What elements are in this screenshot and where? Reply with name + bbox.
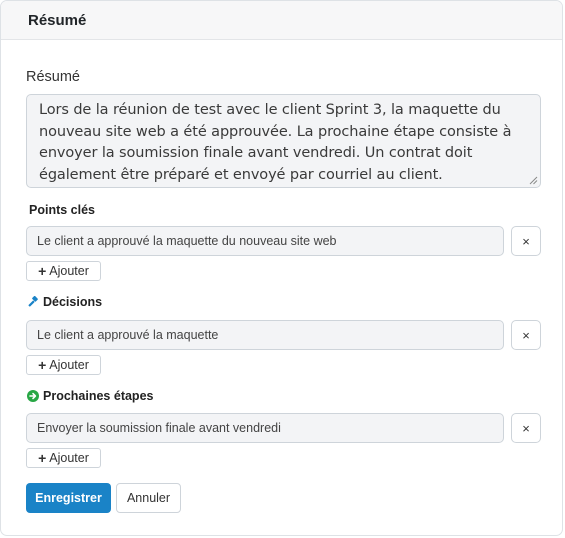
hammer-icon xyxy=(28,296,38,307)
key-points-label: Points clés xyxy=(29,203,95,217)
card-title: Résumé xyxy=(28,12,87,29)
plus-icon: + xyxy=(38,263,47,279)
card-header: Résumé xyxy=(1,1,562,40)
add-decision-button[interactable]: + Ajouter xyxy=(26,355,101,375)
key-point-value: Le client a approuvé la maquette du nouv… xyxy=(37,234,337,248)
next-step-input[interactable]: Envoyer la soumission finale avant vendr… xyxy=(26,413,504,443)
close-icon: × xyxy=(522,420,530,436)
resize-grip-icon[interactable] xyxy=(529,176,538,185)
next-steps-label-text: Prochaines étapes xyxy=(43,389,154,403)
decision-input[interactable]: Le client a approuvé la maquette xyxy=(26,320,504,350)
remove-key-point-button[interactable]: × xyxy=(511,226,541,256)
close-icon: × xyxy=(522,233,530,249)
key-point-input[interactable]: Le client a approuvé la maquette du nouv… xyxy=(26,226,504,256)
decisions-label-text: Décisions xyxy=(43,295,103,309)
key-points-label-text: Points clés xyxy=(29,203,95,217)
add-next-step-label: Ajouter xyxy=(49,451,89,465)
next-step-value: Envoyer la soumission finale avant vendr… xyxy=(37,421,281,435)
add-next-step-button[interactable]: + Ajouter xyxy=(26,448,101,468)
summary-textarea[interactable]: Lors de la réunion de test avec le clien… xyxy=(26,94,541,188)
add-key-point-button[interactable]: + Ajouter xyxy=(26,261,101,281)
next-steps-label: Prochaines étapes xyxy=(27,389,153,403)
close-icon: × xyxy=(522,327,530,343)
save-button[interactable]: Enregistrer xyxy=(26,483,111,513)
summary-text: Lors de la réunion de test avec le clien… xyxy=(39,102,512,183)
add-decision-label: Ajouter xyxy=(49,358,89,372)
arrow-circle-right-icon xyxy=(27,390,39,402)
cancel-button[interactable]: Annuler xyxy=(116,483,181,513)
summary-label: Résumé xyxy=(26,69,80,85)
plus-icon: + xyxy=(38,357,47,373)
plus-icon: + xyxy=(38,450,47,466)
decision-value: Le client a approuvé la maquette xyxy=(37,328,219,342)
add-key-point-label: Ajouter xyxy=(49,264,89,278)
decisions-label: Décisions xyxy=(27,295,102,309)
remove-decision-button[interactable]: × xyxy=(511,320,541,350)
summary-card: Résumé Résumé Lors de la réunion de test… xyxy=(0,0,563,536)
remove-next-step-button[interactable]: × xyxy=(511,413,541,443)
